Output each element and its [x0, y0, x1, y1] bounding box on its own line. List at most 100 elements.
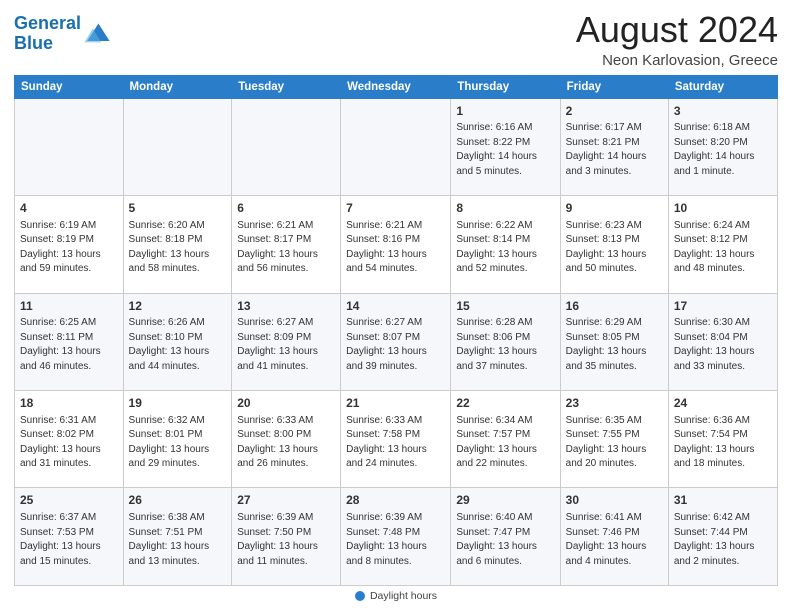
table-row: 5Sunrise: 6:20 AM Sunset: 8:18 PM Daylig…	[123, 196, 232, 293]
day-info: Sunrise: 6:30 AM Sunset: 8:04 PM Dayligh…	[674, 316, 772, 374]
calendar-week-3: 18 Sunrise: 6:31 AM Sunset: 8:02 PM Dayli…	[15, 391, 778, 488]
table-row: 15Sunrise: 6:28 AM Sunset: 8:06 PM Dayli…	[451, 293, 560, 390]
calendar-body: 1Sunrise: 6:16 AM Sunset: 8:22 PM Daylig…	[15, 98, 778, 585]
day-info: Sunrise: 6:22 AM Sunset: 8:14 PM Dayligh…	[456, 219, 554, 277]
day-number: 10	[674, 200, 772, 217]
table-row: 31 Sunrise: 6:42 AM Sunset: 7:44 PM Dayli…	[668, 488, 777, 586]
day-number: 3	[674, 103, 772, 120]
day-number: 25	[20, 492, 118, 509]
footer: Daylight hours	[14, 590, 778, 602]
day-info: Sunrise: 6:16 AM Sunset: 8:22 PM Dayligh…	[456, 121, 554, 179]
day-number: 31	[674, 492, 772, 509]
day-number: 6	[237, 200, 335, 217]
table-row: 21Sunrise: 6:33 AM Sunset: 7:58 PM Dayli…	[341, 391, 451, 488]
day-number: 26	[129, 492, 227, 509]
logo-icon	[83, 20, 111, 48]
table-row: 13Sunrise: 6:27 AM Sunset: 8:09 PM Dayli…	[232, 293, 341, 390]
table-row	[15, 98, 124, 195]
day-info: Sunrise: 6:42 AM Sunset: 7:44 PM Dayligh…	[674, 511, 772, 569]
day-info: Sunrise: 6:17 AM Sunset: 8:21 PM Dayligh…	[566, 121, 663, 179]
table-row: 9 Sunrise: 6:23 AM Sunset: 8:13 PM Daylig…	[560, 196, 668, 293]
day-info: Sunrise: 6:27 AM Sunset: 8:09 PM Dayligh…	[237, 316, 335, 374]
calendar-week-0: 1Sunrise: 6:16 AM Sunset: 8:22 PM Daylig…	[15, 98, 778, 195]
day-number: 18	[20, 395, 118, 412]
day-number: 2	[566, 103, 663, 120]
day-info: Sunrise: 6:25 AM Sunset: 8:11 PM Dayligh…	[20, 316, 118, 374]
footer-dot	[355, 591, 365, 601]
table-row	[341, 98, 451, 195]
day-info: Sunrise: 6:24 AM Sunset: 8:12 PM Dayligh…	[674, 219, 772, 277]
footer-label: Daylight hours	[370, 590, 437, 602]
table-row	[232, 98, 341, 195]
logo: General Blue	[14, 14, 111, 54]
day-number: 19	[129, 395, 227, 412]
day-number: 16	[566, 298, 663, 315]
logo-general: General	[14, 13, 81, 33]
table-row: 19 Sunrise: 6:32 AM Sunset: 8:01 PM Dayli…	[123, 391, 232, 488]
day-info: Sunrise: 6:39 AM Sunset: 7:48 PM Dayligh…	[346, 511, 445, 569]
col-monday: Monday	[123, 75, 232, 98]
table-row: 1Sunrise: 6:16 AM Sunset: 8:22 PM Daylig…	[451, 98, 560, 195]
day-info: Sunrise: 6:34 AM Sunset: 7:57 PM Dayligh…	[456, 414, 554, 472]
calendar-week-2: 11Sunrise: 6:25 AM Sunset: 8:11 PM Dayli…	[15, 293, 778, 390]
page: General Blue August 2024 Neon Karlovasio…	[0, 0, 792, 612]
day-info: Sunrise: 6:35 AM Sunset: 7:55 PM Dayligh…	[566, 414, 663, 472]
calendar-header: Sunday Monday Tuesday Wednesday Thursday…	[15, 75, 778, 98]
day-number: 14	[346, 298, 445, 315]
day-number: 4	[20, 200, 118, 217]
header: General Blue August 2024 Neon Karlovasio…	[14, 10, 778, 69]
day-number: 17	[674, 298, 772, 315]
table-row: 16Sunrise: 6:29 AM Sunset: 8:05 PM Dayli…	[560, 293, 668, 390]
day-info: Sunrise: 6:36 AM Sunset: 7:54 PM Dayligh…	[674, 414, 772, 472]
table-row: 3Sunrise: 6:18 AM Sunset: 8:20 PM Daylig…	[668, 98, 777, 195]
table-row: 10 Sunrise: 6:24 AM Sunset: 8:12 PM Dayli…	[668, 196, 777, 293]
day-number: 13	[237, 298, 335, 315]
header-row: Sunday Monday Tuesday Wednesday Thursday…	[15, 75, 778, 98]
day-number: 8	[456, 200, 554, 217]
day-number: 28	[346, 492, 445, 509]
table-row: 30Sunrise: 6:41 AM Sunset: 7:46 PM Dayli…	[560, 488, 668, 586]
logo-blue: Blue	[14, 33, 53, 53]
table-row: 14Sunrise: 6:27 AM Sunset: 8:07 PM Dayli…	[341, 293, 451, 390]
day-info: Sunrise: 6:21 AM Sunset: 8:16 PM Dayligh…	[346, 219, 445, 277]
calendar-week-4: 25 Sunrise: 6:37 AM Sunset: 7:53 PM Dayli…	[15, 488, 778, 586]
day-number: 23	[566, 395, 663, 412]
table-row: 23 Sunrise: 6:35 AM Sunset: 7:55 PM Dayli…	[560, 391, 668, 488]
day-info: Sunrise: 6:23 AM Sunset: 8:13 PM Dayligh…	[566, 219, 663, 277]
day-info: Sunrise: 6:28 AM Sunset: 8:06 PM Dayligh…	[456, 316, 554, 374]
day-number: 9	[566, 200, 663, 217]
day-number: 29	[456, 492, 554, 509]
day-info: Sunrise: 6:21 AM Sunset: 8:17 PM Dayligh…	[237, 219, 335, 277]
day-info: Sunrise: 6:18 AM Sunset: 8:20 PM Dayligh…	[674, 121, 772, 179]
col-sunday: Sunday	[15, 75, 124, 98]
table-row: 20 Sunrise: 6:33 AM Sunset: 8:00 PM Dayli…	[232, 391, 341, 488]
day-info: Sunrise: 6:27 AM Sunset: 8:07 PM Dayligh…	[346, 316, 445, 374]
table-row: 22 Sunrise: 6:34 AM Sunset: 7:57 PM Dayli…	[451, 391, 560, 488]
day-info: Sunrise: 6:32 AM Sunset: 8:01 PM Dayligh…	[129, 414, 227, 472]
day-info: Sunrise: 6:31 AM Sunset: 8:02 PM Dayligh…	[20, 414, 118, 472]
day-number: 24	[674, 395, 772, 412]
day-info: Sunrise: 6:41 AM Sunset: 7:46 PM Dayligh…	[566, 511, 663, 569]
day-number: 1	[456, 103, 554, 120]
table-row: 26Sunrise: 6:38 AM Sunset: 7:51 PM Dayli…	[123, 488, 232, 586]
day-info: Sunrise: 6:19 AM Sunset: 8:19 PM Dayligh…	[20, 219, 118, 277]
calendar-week-1: 4 Sunrise: 6:19 AM Sunset: 8:19 PM Daylig…	[15, 196, 778, 293]
day-number: 11	[20, 298, 118, 315]
table-row: 27Sunrise: 6:39 AM Sunset: 7:50 PM Dayli…	[232, 488, 341, 586]
day-number: 27	[237, 492, 335, 509]
logo-text: General Blue	[14, 14, 81, 54]
table-row: 8 Sunrise: 6:22 AM Sunset: 8:14 PM Daylig…	[451, 196, 560, 293]
day-info: Sunrise: 6:29 AM Sunset: 8:05 PM Dayligh…	[566, 316, 663, 374]
col-wednesday: Wednesday	[341, 75, 451, 98]
table-row: 2Sunrise: 6:17 AM Sunset: 8:21 PM Daylig…	[560, 98, 668, 195]
col-friday: Friday	[560, 75, 668, 98]
day-info: Sunrise: 6:37 AM Sunset: 7:53 PM Dayligh…	[20, 511, 118, 569]
day-number: 22	[456, 395, 554, 412]
day-number: 20	[237, 395, 335, 412]
day-info: Sunrise: 6:40 AM Sunset: 7:47 PM Dayligh…	[456, 511, 554, 569]
table-row: 29 Sunrise: 6:40 AM Sunset: 7:47 PM Dayli…	[451, 488, 560, 586]
table-row	[123, 98, 232, 195]
table-row: 24 Sunrise: 6:36 AM Sunset: 7:54 PM Dayli…	[668, 391, 777, 488]
col-tuesday: Tuesday	[232, 75, 341, 98]
day-info: Sunrise: 6:33 AM Sunset: 8:00 PM Dayligh…	[237, 414, 335, 472]
